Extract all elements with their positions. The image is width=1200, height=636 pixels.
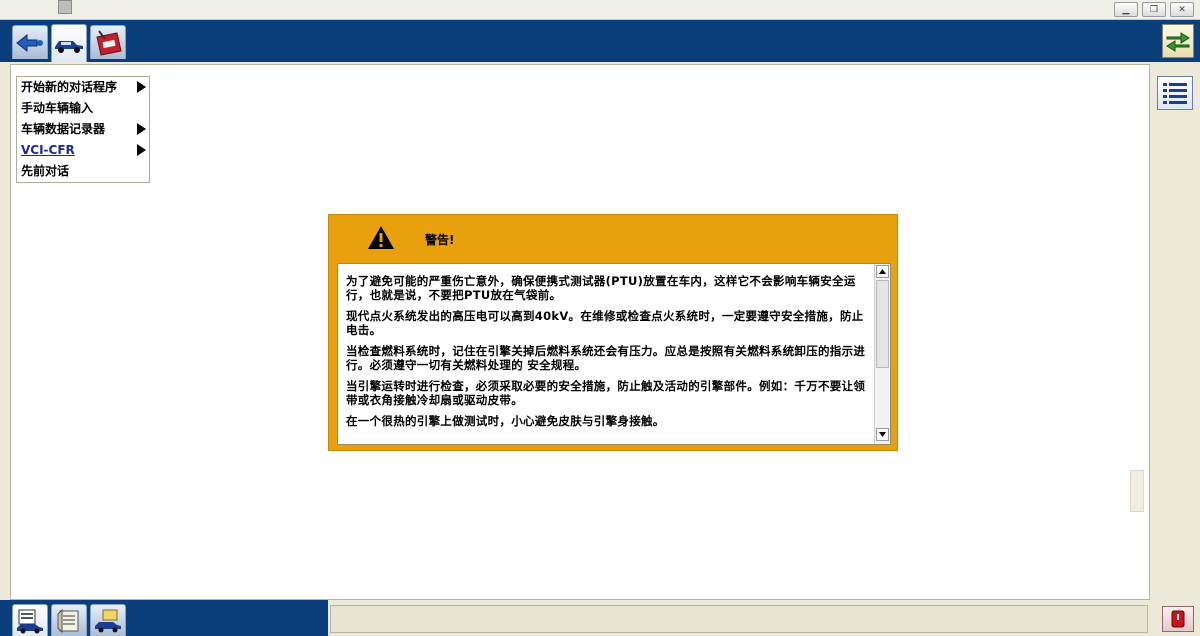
status-field — [330, 605, 1148, 633]
warning-icon — [368, 226, 394, 249]
toolbox-tab[interactable] — [90, 25, 126, 59]
bottom-toolbar — [0, 600, 328, 636]
warning-paragraph: 为了避免可能的严重伤亡意外，确保便携式测试器(PTU)放置在车内，这样它不会影响… — [346, 274, 856, 302]
scroll-up-button[interactable] — [876, 265, 889, 278]
arrow-down-icon — [879, 432, 886, 437]
warning-dialog-header: 警告! — [329, 215, 897, 261]
minimize-icon: ▁ — [1122, 4, 1130, 15]
minimize-button[interactable]: ▁ — [1114, 2, 1138, 17]
window-controls: ▁ ❐ ✕ — [1114, 2, 1194, 17]
vehicle-icon — [55, 40, 83, 53]
warning-paragraph: 当检查燃料系统时，记住在引擎关掉后燃料系统还会有压力。应总是按照有关燃料系统卸压… — [346, 344, 866, 372]
submenu-arrow-icon — [137, 123, 146, 135]
vehicle-folder-icon — [95, 609, 121, 632]
warning-dialog-title: 警告! — [425, 233, 455, 247]
swap-button[interactable] — [1162, 24, 1194, 58]
list-view-button[interactable] — [1157, 76, 1193, 110]
menu-item-vci-cfr[interactable]: VCI-CFR — [17, 140, 149, 161]
title-bar-tab[interactable] — [58, 0, 72, 14]
close-button[interactable]: ✕ — [1170, 2, 1194, 17]
vehicle-info-tab[interactable] — [12, 604, 48, 636]
vehicle-folder-tab[interactable] — [90, 604, 126, 636]
document-icon — [57, 608, 79, 633]
restore-button[interactable]: ❐ — [1142, 2, 1166, 17]
scrollbar-thumb[interactable] — [876, 280, 889, 368]
menu-item-label: 车辆数据记录器 — [21, 122, 106, 136]
vehicle-tab[interactable] — [51, 24, 87, 62]
vehicle-info-icon — [17, 609, 43, 633]
menu-item-label: VCI-CFR — [21, 143, 75, 157]
submenu-arrow-icon — [137, 81, 146, 93]
swap-arrows-icon — [1166, 32, 1190, 52]
stop-icon — [1171, 610, 1185, 628]
bottom-bar — [0, 600, 1200, 636]
toolbox-icon — [96, 29, 122, 56]
warning-dialog: 警告! 为了避免可能的严重伤亡意外，确保便携式测试器(PTU)放置在车内，这样它… — [328, 214, 898, 451]
scroll-down-button[interactable] — [876, 428, 889, 441]
menu-item-label: 手动车辆输入 — [21, 101, 94, 115]
right-side-panel — [1150, 64, 1200, 600]
main-scrollbar-thumb[interactable] — [1130, 470, 1144, 512]
window-title-bar: ▁ ❐ ✕ — [0, 0, 1200, 20]
warning-scrollbar[interactable] — [874, 264, 890, 444]
list-icon — [1163, 83, 1187, 104]
menu-item-label: 先前对话 — [21, 164, 70, 178]
menu-item-label: 开始新的对话程序 — [21, 80, 118, 94]
document-tab[interactable] — [51, 604, 87, 636]
menu-item-vehicle-data-recorder[interactable]: 车辆数据记录器 — [17, 119, 149, 140]
stop-button[interactable] — [1162, 606, 1194, 632]
menu-item-new-session[interactable]: 开始新的对话程序 — [17, 77, 149, 98]
warning-paragraph: 在一个很热的引擎上做测试时，小心避免皮肤与引擎身接触。 — [346, 414, 665, 428]
connect-icon — [16, 33, 43, 52]
warning-message-text: 为了避免可能的严重伤亡意外，确保便携式测试器(PTU)放置在车内，这样它不会影响… — [338, 264, 874, 444]
warning-paragraph: 现代点火系统发出的高压电可以高到40kV。在维修或检查点火系统时，一定要遵守安全… — [346, 309, 864, 337]
session-menu: 开始新的对话程序 手动车辆输入 车辆数据记录器 VCI-CFR 先前对话 — [16, 76, 150, 183]
warning-paragraph: 当引擎运转时进行检查，必须采取必要的安全措施，防止触及活动的引擎部件。例如：千万… — [346, 379, 866, 407]
warning-message-box: 为了避免可能的严重伤亡意外，确保便携式测试器(PTU)放置在车内，这样它不会影响… — [337, 263, 891, 445]
arrow-up-icon — [879, 269, 886, 274]
menu-item-manual-vehicle-entry[interactable]: 手动车辆输入 — [17, 98, 149, 119]
top-toolbar — [0, 20, 1200, 62]
close-icon: ✕ — [1178, 4, 1186, 15]
connect-tab[interactable] — [12, 25, 48, 59]
submenu-arrow-icon — [137, 144, 146, 156]
restore-icon: ❐ — [1149, 4, 1159, 15]
menu-item-previous-session[interactable]: 先前对话 — [17, 161, 149, 182]
